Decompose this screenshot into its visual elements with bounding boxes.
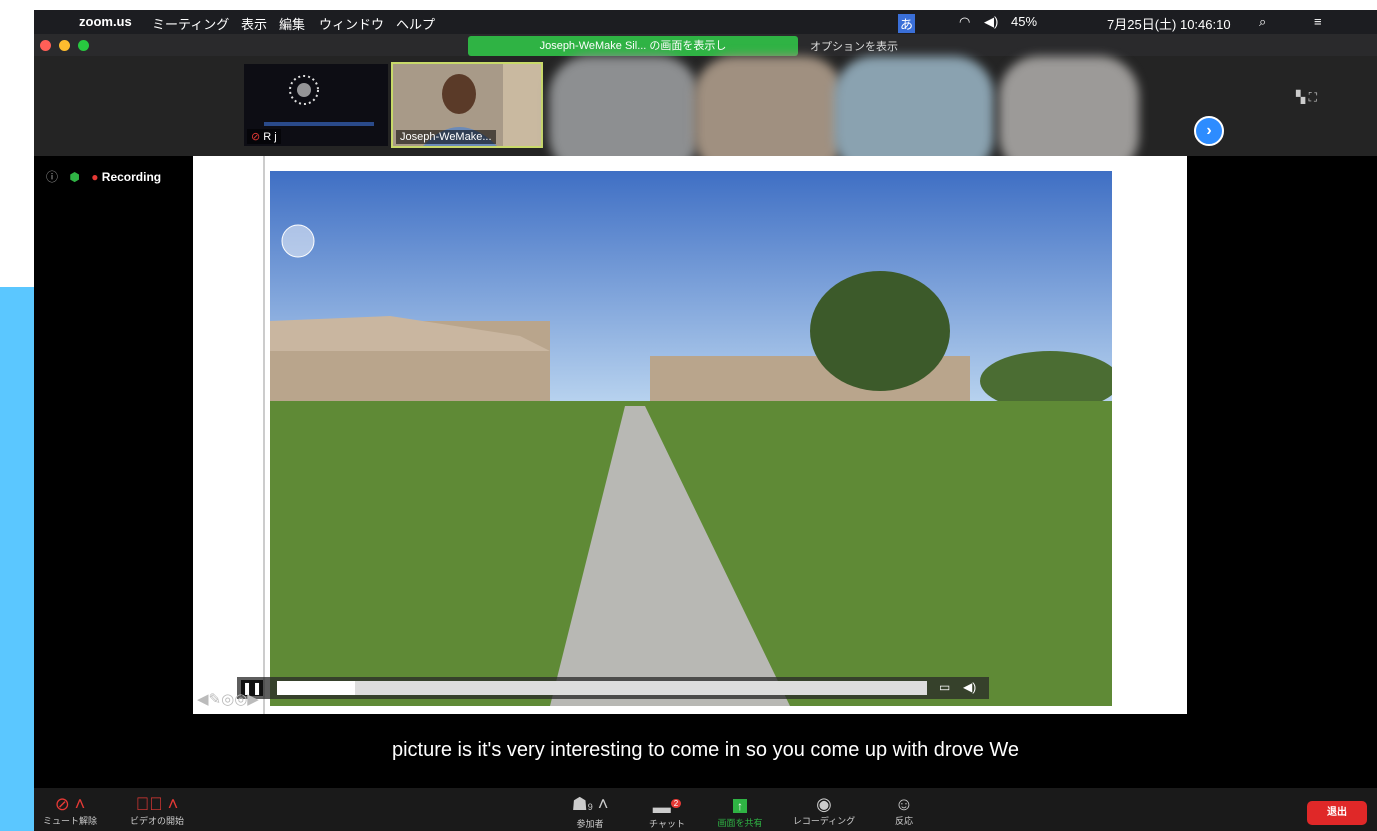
- title-bar: Joseph-WeMake Sil... の画面を表示し オプションを表示: [34, 34, 1377, 56]
- background-window-edge: [0, 287, 34, 831]
- menu-edit[interactable]: 編集: [279, 14, 305, 33]
- view-options-button[interactable]: オプションを表示: [810, 38, 898, 54]
- menu-datetime[interactable]: 7月25日(土) 10:46:10: [1107, 14, 1231, 33]
- share-banner[interactable]: Joseph-WeMake Sil... の画面を表示し: [468, 36, 798, 56]
- input-method-icon[interactable]: あ: [898, 14, 916, 33]
- zoom-meeting-window: Joseph-WeMake Sil... の画面を表示し オプションを表示 ⊘ …: [34, 34, 1377, 831]
- control-center-icon[interactable]: ≡: [1314, 14, 1322, 29]
- participant-strip: ⊘ R j Joseph-WeMake... › ▚ ⛶: [34, 56, 1377, 176]
- reactions-label: 反応: [894, 816, 913, 826]
- reactions-button[interactable]: ☺ 反応: [884, 794, 924, 827]
- share-banner-label: Joseph-WeMake Sil... の画面を表示し: [539, 40, 727, 52]
- shared-screen[interactable]: ❚❚ ▭ ◀) ◀✎◎◎▶: [193, 156, 1187, 714]
- share-screen-icon: ↑: [710, 794, 770, 816]
- captions-icon[interactable]: ▭: [939, 680, 950, 694]
- wifi-icon[interactable]: ◠: [959, 14, 970, 30]
- participant-tile[interactable]: ⊘ R j: [244, 64, 388, 146]
- menu-help[interactable]: ヘルプ: [396, 14, 435, 33]
- share-screen-button[interactable]: ↑ 画面を共有: [710, 794, 770, 829]
- video-off-icon: ▶⃠ ˄: [135, 794, 179, 814]
- annotation-tools[interactable]: ◀✎◎◎▶: [197, 690, 259, 708]
- shield-icon[interactable]: ⬢: [69, 170, 79, 184]
- participants-label: 参加者: [576, 819, 604, 829]
- record-icon: ◉: [816, 794, 832, 814]
- start-video-label: ビデオの開始: [129, 816, 184, 826]
- menu-app-name[interactable]: zoom.us: [79, 14, 132, 29]
- volume-icon[interactable]: ◀): [984, 14, 998, 30]
- unmute-button[interactable]: ⊘ ˄ ミュート解除: [40, 794, 100, 827]
- participants-icon: ☗9 ˄: [571, 794, 609, 814]
- participants-button[interactable]: ☗9 ˄ 参加者: [560, 794, 620, 830]
- recording-dot-icon: ●: [91, 170, 99, 184]
- menu-window[interactable]: ウィンドウ: [319, 14, 384, 33]
- menu-view[interactable]: 表示: [241, 14, 267, 33]
- info-icon[interactable]: ⓘ: [46, 170, 58, 184]
- volume-control-icon[interactable]: ◀): [963, 680, 976, 694]
- record-button[interactable]: ◉ レコーディング: [784, 794, 864, 827]
- campus-scene: [270, 171, 1112, 706]
- chat-button[interactable]: ▬ 2 チャット: [642, 794, 692, 830]
- chat-icon: ▬ 2: [642, 794, 692, 817]
- progress-fill: [277, 681, 355, 695]
- participant-tile-active-speaker[interactable]: Joseph-WeMake...: [391, 62, 543, 148]
- meeting-status: ⓘ ⬢ ● Recording: [46, 168, 161, 185]
- muted-mic-icon: ⊘: [251, 131, 261, 143]
- muted-mic-icon: ⊘ ˄: [54, 794, 86, 814]
- chat-label: チャット: [649, 819, 685, 829]
- zoom-window-button[interactable]: [78, 40, 89, 51]
- reaction-smiley-icon: ☺: [894, 794, 914, 814]
- share-screen-label: 画面を共有: [717, 818, 763, 828]
- video-progress-bar[interactable]: ❚❚ ▭ ◀): [237, 677, 989, 699]
- participant-name: Joseph-WeMake...: [396, 130, 496, 144]
- recording-label: Recording: [101, 170, 162, 184]
- slide-divider: [263, 156, 265, 714]
- meeting-toolbar: ⊘ ˄ ミュート解除 ▶⃠ ˄ ビデオの開始 ☗9 ˄ 参加者 ▬ 2 チャット …: [34, 788, 1377, 831]
- layout-toggle-icon[interactable]: ▚ ⛶: [1296, 90, 1317, 105]
- unmute-label: ミュート解除: [42, 816, 97, 826]
- menu-meeting[interactable]: ミーティング: [152, 14, 229, 33]
- progress-track[interactable]: [277, 681, 927, 695]
- battery-percent[interactable]: 45%: [1011, 14, 1037, 29]
- participant-name: ⊘ R j: [247, 129, 281, 144]
- spotlight-icon[interactable]: ⌕: [1259, 14, 1266, 30]
- close-window-button[interactable]: [40, 40, 51, 51]
- record-label: レコーディング: [792, 816, 856, 826]
- live-caption: picture is it's very interesting to come…: [391, 739, 1020, 761]
- leave-meeting-button[interactable]: 退出: [1307, 801, 1367, 825]
- start-video-button[interactable]: ▶⃠ ˄ ビデオの開始: [122, 794, 192, 827]
- next-participants-button[interactable]: ›: [1194, 116, 1224, 146]
- panorama-video[interactable]: [270, 171, 1112, 706]
- minimize-window-button[interactable]: [59, 40, 70, 51]
- mac-menu-bar: zoom.us ミーティング 表示 編集 ウィンドウ ヘルプ あ ◠ ◀) 45…: [34, 10, 1377, 34]
